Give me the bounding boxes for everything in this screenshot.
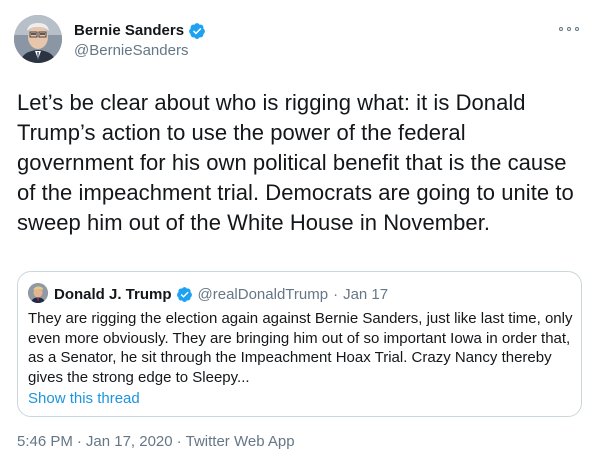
- tweet-source[interactable]: Twitter Web App: [186, 433, 295, 450]
- avatar-donald-trump-icon: [28, 283, 48, 303]
- tweet-time[interactable]: 5:46 PM: [17, 433, 73, 450]
- verified-badge-icon: [189, 23, 205, 39]
- quote-text: They are rigging the election again agai…: [28, 310, 573, 386]
- author-name-row: Bernie Sanders: [74, 21, 206, 41]
- footer-separator: ·: [176, 433, 182, 450]
- footer-separator: ·: [76, 433, 82, 450]
- author-name[interactable]: Bernie Sanders: [74, 21, 184, 41]
- show-thread-link[interactable]: Show this thread: [28, 390, 140, 408]
- tweet-text: Let’s be clear about who is rigging what…: [17, 90, 574, 235]
- tweet-footer: 5:46 PM · Jan 17, 2020 · Twitter Web App: [17, 433, 295, 451]
- quoted-tweet[interactable]: Donald J. Trump @realDonaldTrump · Jan 1…: [17, 271, 582, 417]
- tweet-card: Bernie Sanders @BernieSanders Let’s be c…: [0, 0, 599, 457]
- quote-author-name: Donald J. Trump: [54, 285, 172, 303]
- quote-date[interactable]: Jan 17: [343, 286, 388, 303]
- author-handle[interactable]: @BernieSanders: [74, 42, 188, 60]
- verified-badge-icon: [176, 286, 192, 302]
- quote-author-handle: @realDonaldTrump: [197, 285, 329, 303]
- tweet-date[interactable]: Jan 17, 2020: [86, 433, 173, 450]
- avatar-bernie-sanders-icon: [14, 15, 62, 63]
- quote-separator: ·: [333, 285, 339, 303]
- quote-header: Donald J. Trump @realDonaldTrump · Jan 1…: [54, 284, 388, 304]
- author-avatar[interactable]: [14, 15, 62, 63]
- more-options-icon[interactable]: [559, 22, 579, 36]
- quote-avatar: [28, 283, 48, 303]
